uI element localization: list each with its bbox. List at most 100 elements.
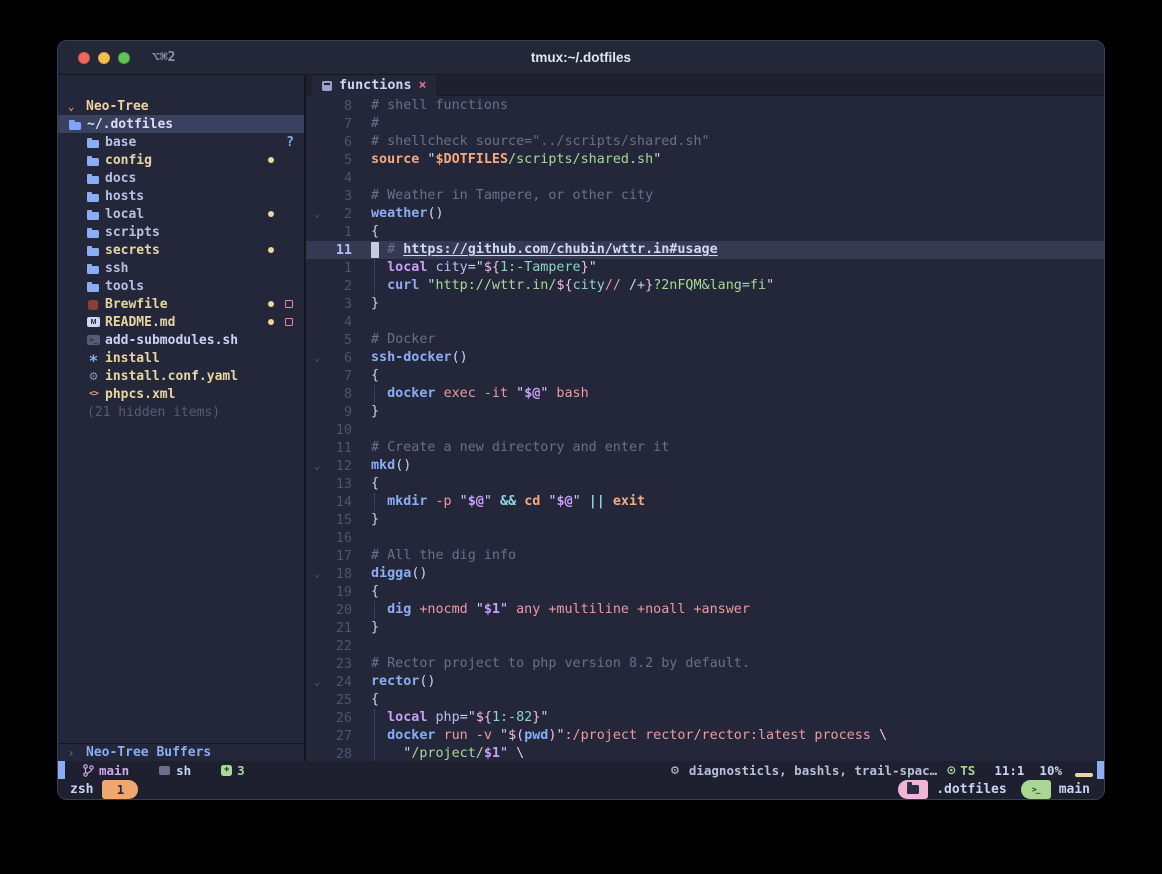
filetype-indicator: sh: [159, 763, 191, 778]
fold-chevron-icon[interactable]: ⌄: [310, 569, 324, 580]
line-text: curl "http://wttr.in/${city// /+}?2nFQM&…: [371, 277, 774, 295]
code-line-22[interactable]: 13{: [306, 475, 1104, 493]
tab-close-icon[interactable]: ×: [419, 78, 427, 93]
tab-functions[interactable]: functions ×: [312, 75, 436, 96]
fold-chevron-icon[interactable]: ⌄: [310, 461, 324, 472]
code-buffer[interactable]: 8# shell functions7#6# shellcheck source…: [306, 97, 1104, 763]
titlebar: ⌥⌘2 tmux:~/.dotfiles: [58, 41, 1104, 75]
tree-item-secrets[interactable]: secrets: [58, 241, 304, 259]
code-line-23[interactable]: 14 mkdir -p "$@" && cd "$@" || exit: [306, 493, 1104, 511]
code-line-31[interactable]: 22: [306, 637, 1104, 655]
git-branch-indicator: main: [83, 763, 129, 778]
code-line-15[interactable]: ⌄6ssh-docker(): [306, 349, 1104, 367]
code-line-24[interactable]: 15}: [306, 511, 1104, 529]
code-line-5[interactable]: 4: [306, 169, 1104, 187]
fold-chevron-icon[interactable]: ⌄: [310, 677, 324, 688]
tree-item-readme.md[interactable]: MREADME.md: [58, 313, 304, 331]
line-number: 3: [324, 297, 352, 312]
line-text: # shell functions: [371, 97, 508, 115]
tree-item-hosts[interactable]: hosts: [58, 187, 304, 205]
code-line-12[interactable]: 3}: [306, 295, 1104, 313]
neotree-buffers-section[interactable]: › Neo-Tree Buffers: [58, 743, 304, 761]
tree-item-install[interactable]: *install: [58, 349, 304, 367]
code-line-35[interactable]: 26 local php="${1:-82}": [306, 709, 1104, 727]
code-line-9[interactable]: 11 # https://github.com/chubin/wttr.in#u…: [306, 241, 1104, 259]
code-line-17[interactable]: 8 docker exec -it "$@" bash: [306, 385, 1104, 403]
code-line-36[interactable]: 27 docker run -v "$(pwd)":/project recto…: [306, 727, 1104, 745]
window-title: tmux:~/.dotfiles: [58, 50, 1104, 65]
code-line-18[interactable]: 9}: [306, 403, 1104, 421]
scroll-percentage: 10%: [1039, 763, 1062, 778]
asterisk-icon: *: [87, 352, 100, 365]
treesitter-indicator: ⊙ TS: [946, 763, 975, 778]
line-text: local city="${1:-Tampere}": [371, 259, 597, 277]
code-line-25[interactable]: 16: [306, 529, 1104, 547]
terminal-icon: >_: [1032, 785, 1040, 794]
code-line-1[interactable]: 8# shell functions: [306, 97, 1104, 115]
cursor-position: 11:1: [994, 763, 1024, 778]
tree-item-base[interactable]: base?: [58, 133, 304, 151]
tmux-cwd: .dotfiles: [936, 782, 1006, 797]
code-line-16[interactable]: 7{: [306, 367, 1104, 385]
tree-item-label: docs: [105, 171, 136, 186]
tree-item-docs[interactable]: docs: [58, 169, 304, 187]
code-line-33[interactable]: ⌄24rector(): [306, 673, 1104, 691]
line-text: dig +nocmd "$1" any +multiline +noall +a…: [371, 601, 750, 619]
tree-item-local[interactable]: local: [58, 205, 304, 223]
tree-item--21-hidden-items-[interactable]: (21 hidden items): [58, 403, 304, 421]
fold-chevron-icon[interactable]: ⌄: [310, 209, 324, 220]
code-line-28[interactable]: 19{: [306, 583, 1104, 601]
code-line-34[interactable]: 25{: [306, 691, 1104, 709]
tree-item-brewfile[interactable]: Brewfile: [58, 295, 304, 313]
code-line-8[interactable]: 1{: [306, 223, 1104, 241]
treesitter-icon: ⊙: [946, 763, 956, 777]
git-unstaged-square-icon: [285, 300, 293, 308]
fold-chevron-icon[interactable]: ⌄: [310, 353, 324, 364]
tmux-cwd-badge: [898, 780, 928, 799]
tree-item-phpcs.xml[interactable]: <>phpcs.xml: [58, 385, 304, 403]
tree-item-label: local: [105, 207, 144, 222]
tree-item--.dotfiles[interactable]: ~/.dotfiles: [58, 115, 304, 133]
indent-guide: [374, 709, 375, 727]
line-number: 17: [324, 549, 352, 564]
tmux-window-index-badge[interactable]: 1: [102, 780, 138, 799]
chevron-right-icon: ›: [63, 746, 79, 760]
line-number: 20: [324, 603, 352, 618]
line-number: 8: [324, 387, 352, 402]
code-line-30[interactable]: 21}: [306, 619, 1104, 637]
code-line-26[interactable]: 17# All the dig info: [306, 547, 1104, 565]
code-line-32[interactable]: 23# Rector project to php version 8.2 by…: [306, 655, 1104, 673]
code-line-14[interactable]: 5# Docker: [306, 331, 1104, 349]
code-line-7[interactable]: ⌄2weather(): [306, 205, 1104, 223]
code-line-21[interactable]: ⌄12mkd(): [306, 457, 1104, 475]
tree-item-config[interactable]: config: [58, 151, 304, 169]
git-modified-dot-icon: [268, 319, 274, 325]
code-line-29[interactable]: 20 dig +nocmd "$1" any +multiline +noall…: [306, 601, 1104, 619]
code-line-11[interactable]: 2 curl "http://wttr.in/${city// /+}?2nFQ…: [306, 277, 1104, 295]
tree-item-install.conf.yaml[interactable]: ⚙install.conf.yaml: [58, 367, 304, 385]
line-number: 25: [324, 693, 352, 708]
tree-item-tools[interactable]: tools: [58, 277, 304, 295]
line-text: }: [371, 295, 379, 313]
code-line-20[interactable]: 11# Create a new directory and enter it: [306, 439, 1104, 457]
tree-item-scripts[interactable]: scripts: [58, 223, 304, 241]
tree-item-ssh[interactable]: ssh: [58, 259, 304, 277]
code-line-6[interactable]: 3# Weather in Tampere, or other city: [306, 187, 1104, 205]
code-line-13[interactable]: 4: [306, 313, 1104, 331]
git-branch-icon: [83, 764, 94, 777]
line-number: 4: [324, 171, 352, 186]
code-line-3[interactable]: 6# shellcheck source="../scripts/shared.…: [306, 133, 1104, 151]
xml-icon: <>: [87, 388, 100, 401]
editor-pane: functions × 8# shell functions7#6# shell…: [306, 75, 1104, 761]
neotree-sidebar: ⌄ Neo-Tree ~/.dotfilesbase?configdocshos…: [58, 75, 306, 761]
git-added-indicator: + 3: [221, 763, 245, 778]
code-line-2[interactable]: 7#: [306, 115, 1104, 133]
tree-item-add-submodules.sh[interactable]: >_add-submodules.sh: [58, 331, 304, 349]
code-line-27[interactable]: ⌄18digga(): [306, 565, 1104, 583]
code-line-4[interactable]: 5source "$DOTFILES/scripts/shared.sh": [306, 151, 1104, 169]
code-line-10[interactable]: 1 local city="${1:-Tampere}": [306, 259, 1104, 277]
tmux-window-name[interactable]: zsh: [70, 782, 93, 797]
line-number: 6: [324, 351, 352, 366]
tree-item-label: tools: [105, 279, 144, 294]
code-line-19[interactable]: 10: [306, 421, 1104, 439]
